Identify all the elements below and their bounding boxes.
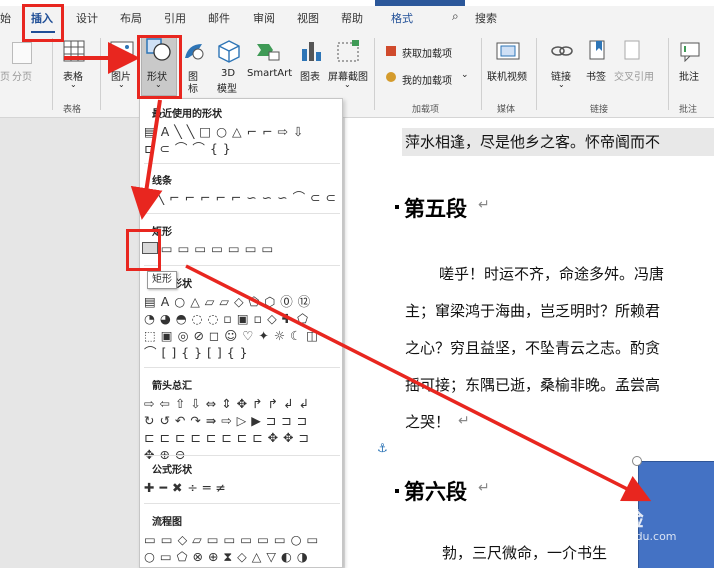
watermark-url: jingyan.baidu.com bbox=[575, 530, 677, 543]
annotation-arrows bbox=[64, 42, 652, 502]
arrow-shapes-to-rectangle bbox=[130, 99, 163, 220]
watermark-logo: Bai 经验 bbox=[556, 507, 645, 531]
arrow-rectangle-to-shape bbox=[185, 264, 652, 502]
word-window: 始 插入 设计 布局 引用 邮件 审阅 视图 帮助 格式 ⌕ 搜索 分页 页 表… bbox=[0, 0, 714, 568]
